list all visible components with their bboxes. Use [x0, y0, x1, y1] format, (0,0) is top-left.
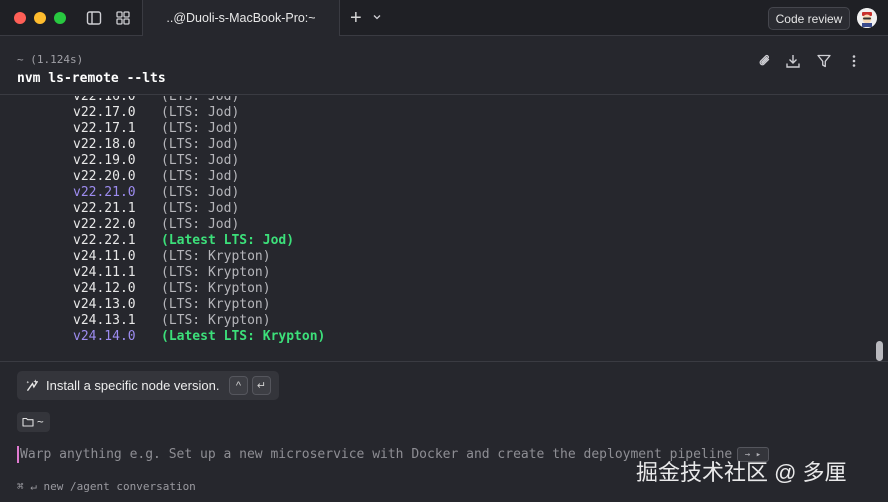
output-line: v24.11.0 (LTS: Krypton) [0, 249, 870, 265]
output-line: v22.21.0 (LTS: Jod) [0, 185, 870, 201]
plus-icon[interactable]: + [350, 8, 362, 28]
lts-label: (LTS: Jod) [161, 105, 240, 120]
command-output[interactable]: v22.16.0 (LTS: Jod) v22.17.0 (LTS: Jod) v22.… [0, 96, 888, 360]
node-version: v22.17.1 [73, 121, 136, 136]
output-line: v24.13.0 (LTS: Krypton) [0, 297, 870, 313]
output-line: v24.12.0 (LTS: Krypton) [0, 281, 870, 297]
node-version: v24.11.1 [73, 265, 136, 280]
suggestion-text: Install a specific node version. [46, 378, 220, 393]
node-version: v22.19.0 [73, 153, 136, 168]
enter-key-hint: ↵ [252, 376, 271, 395]
node-version: v22.16.0 [73, 96, 136, 104]
output-line: v24.13.1 (LTS: Krypton) [0, 313, 870, 329]
zoom-window-button[interactable] [54, 12, 66, 24]
new-agent-hint: ⌘ ↵ new /agent conversation [17, 480, 196, 493]
output-line: v24.11.1 (LTS: Krypton) [0, 265, 870, 281]
block-divider [0, 361, 888, 362]
code-review-label: Code review [775, 11, 843, 26]
node-version: v24.11.0 [73, 249, 136, 264]
agent-input[interactable]: Warp anything e.g. Set up a new microser… [20, 447, 732, 462]
node-version: v24.14.0 [73, 329, 136, 344]
more-vertical-icon[interactable] [846, 53, 862, 69]
ctrl-key-hint: ^ [229, 376, 248, 395]
node-version: v22.20.0 [73, 169, 136, 184]
watermark: 掘金技术社区 @ 多厘 [636, 460, 847, 485]
output-line: v24.14.0 (Latest LTS: Krypton) [0, 329, 870, 345]
output-line: v22.17.1 (LTS: Jod) [0, 121, 870, 137]
output-line: v22.18.0 (LTS: Jod) [0, 137, 870, 153]
directory-label: ~ [37, 415, 44, 428]
output-line: v22.22.1 (Latest LTS: Jod) [0, 233, 870, 249]
node-version: v22.21.0 [73, 185, 136, 200]
lts-label: (LTS: Jod) [161, 121, 240, 136]
lts-label: (LTS: Jod) [161, 201, 240, 216]
title-bar: ..@Duoli-s-MacBook-Pro:~ + Code review [0, 0, 888, 36]
output-line: v22.22.0 (LTS: Jod) [0, 217, 870, 233]
command-text[interactable]: nvm ls-remote --lts [17, 71, 166, 86]
output-line: v22.16.0 (LTS: Jod) [0, 96, 870, 105]
lts-label: (LTS: Krypton) [161, 313, 271, 328]
download-icon[interactable] [785, 53, 801, 69]
node-version: v22.17.0 [73, 105, 136, 120]
directory-chip[interactable]: ~ [17, 412, 50, 432]
lts-label: (LTS: Krypton) [161, 249, 271, 264]
folder-icon [22, 417, 34, 427]
lts-label: (LTS: Jod) [161, 96, 240, 104]
tab-title: ..@Duoli-s-MacBook-Pro:~ [166, 11, 316, 25]
chevron-down-icon[interactable] [372, 12, 382, 22]
lts-label: (LTS: Jod) [161, 185, 240, 200]
filter-icon[interactable] [816, 53, 832, 69]
node-version: v24.13.0 [73, 297, 136, 312]
output-line: v22.21.1 (LTS: Jod) [0, 201, 870, 217]
avatar[interactable] [857, 8, 877, 28]
output-line: v22.19.0 (LTS: Jod) [0, 153, 870, 169]
sidebar-icon[interactable] [86, 10, 102, 26]
minimize-window-button[interactable] [34, 12, 46, 24]
sparkle-icon [26, 379, 38, 391]
input-cursor [17, 446, 19, 463]
node-version: v24.13.1 [73, 313, 136, 328]
lts-label: (LTS: Krypton) [161, 297, 271, 312]
node-version: v22.22.1 [73, 233, 136, 248]
lts-label: (Latest LTS: Krypton) [161, 329, 326, 344]
lts-label: (Latest LTS: Jod) [161, 233, 295, 248]
node-version: v24.12.0 [73, 281, 136, 296]
output-line: v22.20.0 (LTS: Jod) [0, 169, 870, 185]
lts-label: (LTS: Krypton) [161, 281, 271, 296]
lts-label: (LTS: Jod) [161, 153, 240, 168]
grid-icon[interactable] [115, 10, 131, 26]
agent-suggestion[interactable]: Install a specific node version. ^ ↵ [17, 371, 279, 400]
output-line: v22.17.0 (LTS: Jod) [0, 105, 870, 121]
node-version: v22.18.0 [73, 137, 136, 152]
lts-label: (LTS: Jod) [161, 169, 240, 184]
lts-label: (LTS: Krypton) [161, 265, 271, 280]
lts-label: (LTS: Jod) [161, 217, 240, 232]
lts-label: (LTS: Jod) [161, 137, 240, 152]
node-version: v22.21.1 [73, 201, 136, 216]
close-window-button[interactable] [14, 12, 26, 24]
output-scrollbar[interactable] [876, 341, 883, 361]
node-version: v22.22.0 [73, 217, 136, 232]
terminal-tab[interactable]: ..@Duoli-s-MacBook-Pro:~ [142, 0, 340, 36]
avatar-face-icon [857, 8, 877, 28]
command-duration: ~ (1.124s) [17, 53, 84, 66]
code-review-button[interactable]: Code review [768, 7, 850, 30]
command-block-header[interactable]: ~ (1.124s) nvm ls-remote --lts [0, 37, 888, 95]
paperclip-icon[interactable] [757, 53, 773, 69]
